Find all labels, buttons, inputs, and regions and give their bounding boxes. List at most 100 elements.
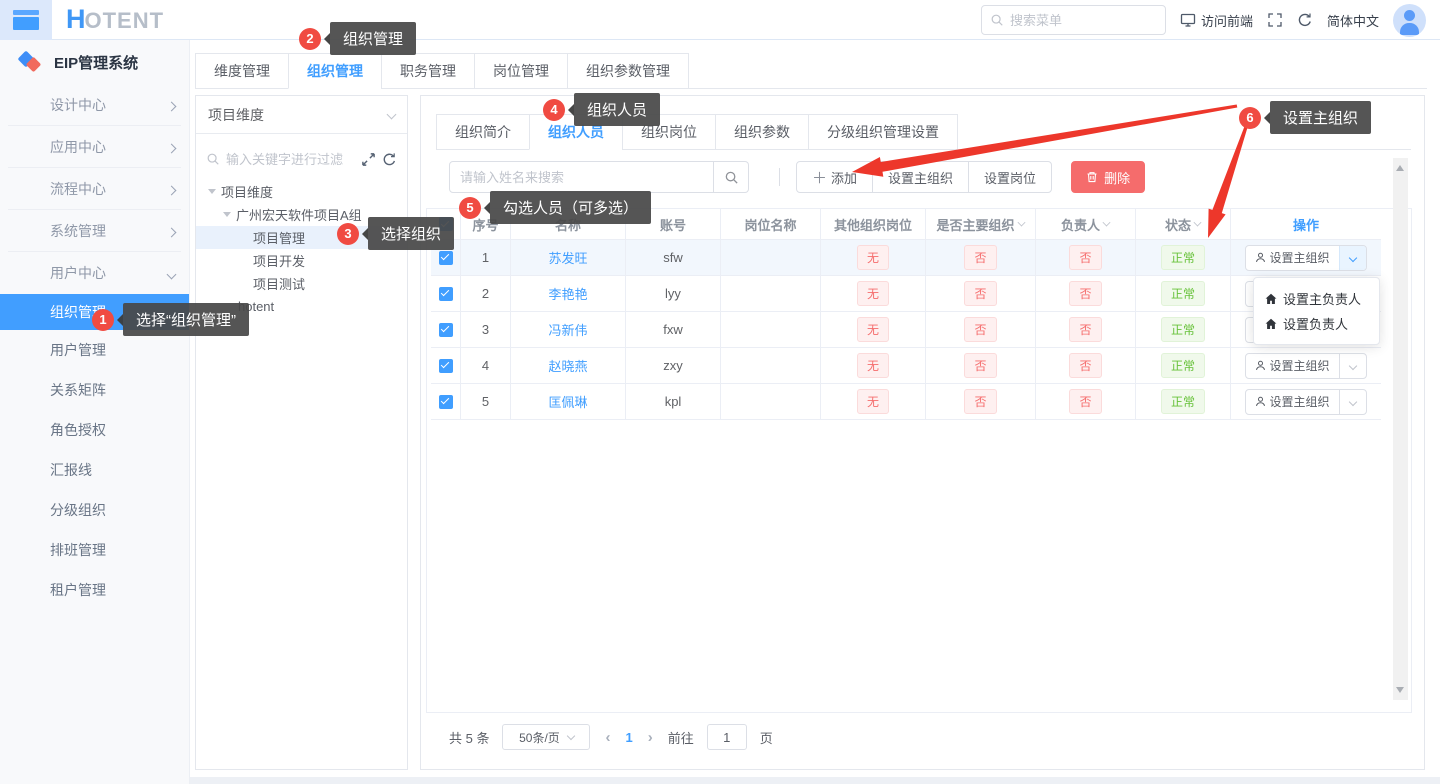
sidebar-item-tenant-management[interactable]: 租户管理 [0, 570, 189, 610]
language-switch[interactable]: 简体中文 [1327, 11, 1379, 30]
goto-page-input[interactable] [707, 724, 747, 750]
delete-button[interactable]: 删除 [1071, 161, 1145, 193]
add-button-label: 添加 [831, 168, 857, 187]
sort-caret-icon[interactable] [1194, 219, 1202, 227]
tree-node-project-development[interactable]: 项目开发 [196, 249, 407, 272]
row-action-dropdown-toggle[interactable] [1339, 246, 1366, 270]
sidebar-item-relation-matrix[interactable]: 关系矩阵 [0, 370, 189, 410]
split-button-label: 设置主组织 [1269, 393, 1329, 410]
member-name-link[interactable]: 匡佩琳 [548, 392, 587, 411]
caret-down-icon[interactable] [208, 189, 216, 194]
member-search-box [449, 161, 749, 193]
other-org-post-badge: 无 [857, 317, 889, 342]
tree-filter-input[interactable] [226, 152, 355, 167]
member-name-link[interactable]: 赵晓燕 [548, 356, 587, 375]
cell-account: lyy [626, 276, 721, 312]
visit-frontend-label: 访问前端 [1201, 11, 1253, 30]
select-all-checkbox[interactable] [439, 217, 453, 231]
row-action-dropdown-toggle[interactable] [1339, 390, 1366, 414]
row-checkbox[interactable] [439, 323, 453, 337]
sidebar-item-app-center[interactable]: 应用中心 [8, 126, 181, 168]
tab-duty-management[interactable]: 职务管理 [381, 53, 475, 89]
set-post-button[interactable]: 设置岗位 [968, 161, 1052, 193]
set-main-org-button[interactable]: 设置主组织 [872, 161, 969, 193]
col-header-post: 岗位名称 [721, 209, 821, 240]
caret-down-icon[interactable] [223, 212, 231, 217]
sidebar-item-user-management[interactable]: 用户管理 [0, 330, 189, 370]
other-org-post-badge: 无 [857, 245, 889, 270]
sort-caret-icon[interactable] [1017, 219, 1025, 227]
scroll-up-icon[interactable] [1396, 165, 1404, 171]
row-checkbox[interactable] [439, 251, 453, 265]
tab-org-members[interactable]: 组织人员 [529, 114, 623, 150]
table-row: 3 冯新伟 fxw 无 否 否 正常 设置主组织 [431, 312, 1381, 348]
add-member-button[interactable]: ＋ 添加 [796, 161, 873, 193]
set-main-org-row-button[interactable]: 设置主组织 [1246, 354, 1339, 378]
tree-node-project-dimension[interactable]: 项目维度 [196, 180, 407, 203]
member-name-link[interactable]: 苏发旺 [548, 248, 587, 267]
tree-node-hotent[interactable]: hotent [196, 295, 407, 318]
visit-frontend-button[interactable]: 访问前端 [1180, 11, 1253, 30]
dimension-select[interactable]: 项目维度 [196, 96, 407, 134]
sidebar-item-process-center[interactable]: 流程中心 [8, 168, 181, 210]
tab-org-intro[interactable]: 组织简介 [436, 114, 530, 150]
refresh-icon[interactable] [1297, 12, 1313, 28]
chevron-right-icon [168, 223, 175, 239]
expand-icon[interactable] [361, 152, 376, 167]
sidebar-toggle-button[interactable] [0, 0, 52, 40]
col-header-leader: 负责人 [1036, 209, 1136, 240]
row-checkbox[interactable] [439, 359, 453, 373]
tab-org-management[interactable]: 组织管理 [288, 53, 382, 89]
fullscreen-icon[interactable] [1267, 12, 1283, 28]
sidebar-item-role-authorization[interactable]: 角色授权 [0, 410, 189, 450]
tree-node-project-testing[interactable]: 项目测试 [196, 272, 407, 295]
row-checkbox[interactable] [439, 395, 453, 409]
member-name-link[interactable]: 李艳艳 [548, 284, 587, 303]
tab-org-param-management[interactable]: 组织参数管理 [567, 53, 689, 89]
cell-no: 3 [461, 312, 511, 348]
is-main-org-badge: 否 [964, 245, 996, 270]
sidebar-item-system-admin[interactable]: 系统管理 [8, 210, 181, 252]
member-name-link[interactable]: 冯新伟 [548, 320, 587, 339]
tab-post-management[interactable]: 岗位管理 [474, 53, 568, 89]
tree-node-project-management[interactable]: 项目管理 [196, 226, 407, 249]
leader-badge: 否 [1069, 317, 1101, 342]
tab-org-params[interactable]: 组织参数 [715, 114, 809, 150]
menu-search-box[interactable] [981, 5, 1166, 35]
next-page-button[interactable]: › [646, 729, 655, 746]
current-page-button[interactable]: 1 [625, 730, 632, 745]
menu-search-input[interactable] [1010, 13, 1140, 28]
org-tree-panel: 项目维度 项目维度 广州宏天软件项目A组 [195, 95, 408, 770]
search-submit-button[interactable] [714, 161, 749, 193]
tree-node-label: 广州宏天软件项目A组 [236, 205, 362, 224]
monitor-icon [1180, 12, 1196, 28]
table-row: 4 赵晓燕 zxy 无 否 否 正常 设置主组织 [431, 348, 1381, 384]
tab-dimension-management[interactable]: 维度管理 [195, 53, 289, 89]
row-action-dropdown-toggle[interactable] [1339, 354, 1366, 378]
sidebar-item-hierarchical-org[interactable]: 分级组织 [0, 490, 189, 530]
tree-node-team-a[interactable]: 广州宏天软件项目A组 [196, 203, 407, 226]
tab-org-posts[interactable]: 组织岗位 [622, 114, 716, 150]
cell-post [721, 384, 821, 420]
member-search-input[interactable] [449, 161, 714, 193]
sidebar-item-org-management-active[interactable]: 组织管理 [0, 294, 189, 330]
page-size-select[interactable]: 50条/页 [502, 724, 590, 750]
scroll-down-icon[interactable] [1396, 687, 1404, 693]
vertical-scrollbar[interactable] [1393, 158, 1408, 700]
set-main-org-row-button[interactable]: 设置主组织 [1246, 390, 1339, 414]
sidebar-item-report-line[interactable]: 汇报线 [0, 450, 189, 490]
sidebar-item-user-center[interactable]: 用户中心 [8, 252, 181, 294]
person-icon [1255, 252, 1266, 263]
sort-caret-icon[interactable] [1103, 219, 1111, 227]
menu-item-set-leader[interactable]: 设置负责人 [1254, 311, 1379, 336]
tab-hierarchical-org-settings[interactable]: 分级组织管理设置 [808, 114, 958, 150]
user-avatar[interactable] [1393, 4, 1426, 37]
set-main-org-split-button: 设置主组织 [1245, 245, 1367, 271]
sidebar-item-shift-management[interactable]: 排班管理 [0, 530, 189, 570]
sidebar-item-design-center[interactable]: 设计中心 [8, 84, 181, 126]
refresh-icon[interactable] [382, 152, 397, 167]
set-main-org-row-button[interactable]: 设置主组织 [1246, 246, 1339, 270]
menu-item-set-main-leader[interactable]: 设置主负责人 [1254, 286, 1379, 311]
row-checkbox[interactable] [439, 287, 453, 301]
prev-page-button[interactable]: ‹ [603, 729, 612, 746]
